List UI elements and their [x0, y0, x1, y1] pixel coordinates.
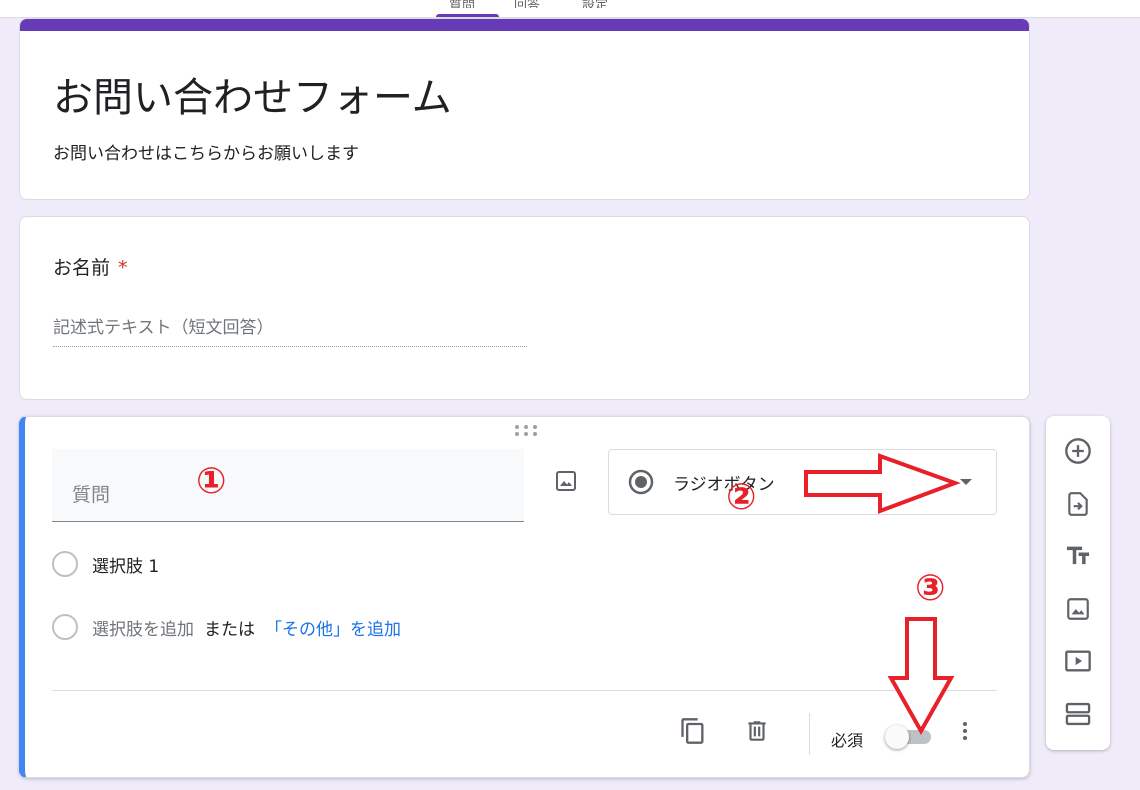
toggle-thumb — [885, 725, 909, 749]
annotation-badge-1: ① — [196, 461, 227, 502]
title-card-accent — [20, 19, 1029, 31]
option-row[interactable]: 選択肢 1 — [52, 549, 159, 579]
import-questions-icon — [1068, 492, 1088, 516]
copy-icon — [681, 718, 704, 744]
tab-questions[interactable]: 質問 — [449, 0, 475, 8]
add-title-button[interactable] — [1060, 538, 1096, 574]
import-questions-button[interactable] — [1060, 486, 1096, 522]
tab-responses[interactable]: 回答 — [514, 0, 540, 8]
required-asterisk: * — [118, 257, 128, 279]
add-other-link[interactable]: 「その他」を追加 — [265, 615, 401, 640]
annotation-badge-2: ② — [726, 477, 757, 518]
radio-button-icon — [628, 469, 654, 495]
add-option-link[interactable]: 選択肢を追加 — [92, 615, 194, 640]
add-video-button[interactable] — [1060, 643, 1096, 679]
more-options-button[interactable] — [947, 713, 983, 749]
add-image-button[interactable] — [550, 465, 582, 497]
more-vert-icon — [963, 722, 967, 740]
top-navigation: 質問 回答 設定 — [0, 0, 1140, 18]
question-card-name[interactable]: お名前 * 記述式テキスト（短文回答） — [19, 216, 1030, 400]
add-question-button[interactable] — [1060, 433, 1096, 469]
add-option-row: 選択肢を追加 または 「その他」を追加 — [52, 612, 401, 642]
add-video-icon — [1065, 650, 1091, 672]
radio-circle-icon — [52, 614, 78, 640]
delete-button[interactable] — [739, 713, 775, 749]
add-question-icon — [1065, 438, 1091, 464]
form-description[interactable]: お問い合わせはこちらからお願いします — [53, 139, 359, 164]
annotation-badge-3: ③ — [915, 568, 946, 609]
add-section-button[interactable] — [1060, 696, 1096, 732]
question-title: お名前 * — [53, 253, 128, 280]
question-title-text: お名前 — [53, 257, 111, 279]
question-type-label: ラジオボタン — [673, 475, 775, 495]
add-image-tool-button[interactable] — [1060, 591, 1096, 627]
question-type-dropdown[interactable]: ラジオボタン — [608, 449, 997, 515]
dropdown-caret-icon — [960, 479, 972, 485]
image-icon — [556, 471, 576, 491]
active-tab-indicator — [436, 14, 499, 17]
side-toolbar — [1046, 416, 1110, 750]
required-label: 必須 — [831, 731, 864, 750]
footer-separator — [809, 713, 810, 755]
required-toggle[interactable] — [885, 725, 935, 749]
add-image-icon — [1067, 598, 1089, 620]
short-answer-placeholder: 記述式テキスト（短文回答） — [53, 313, 527, 347]
drag-handle-icon[interactable] — [515, 425, 539, 439]
or-text: または — [204, 619, 255, 640]
tab-settings[interactable]: 設定 — [582, 0, 608, 8]
trash-icon — [748, 721, 766, 741]
form-title-card[interactable]: お問い合わせフォーム お問い合わせはこちらからお願いします — [19, 18, 1030, 200]
footer-divider — [52, 690, 997, 691]
radio-circle-icon — [52, 551, 78, 577]
add-section-icon — [1065, 702, 1091, 726]
duplicate-button[interactable] — [675, 713, 711, 749]
add-title-icon — [1066, 546, 1090, 565]
form-title[interactable]: お問い合わせフォーム — [53, 65, 452, 123]
option-label[interactable]: 選択肢 1 — [92, 552, 159, 577]
question-input[interactable] — [52, 449, 524, 522]
question-card-active[interactable]: ラジオボタン 選択肢 1 選択肢を追加 または 「その他」を追加 必須 — [19, 416, 1030, 778]
